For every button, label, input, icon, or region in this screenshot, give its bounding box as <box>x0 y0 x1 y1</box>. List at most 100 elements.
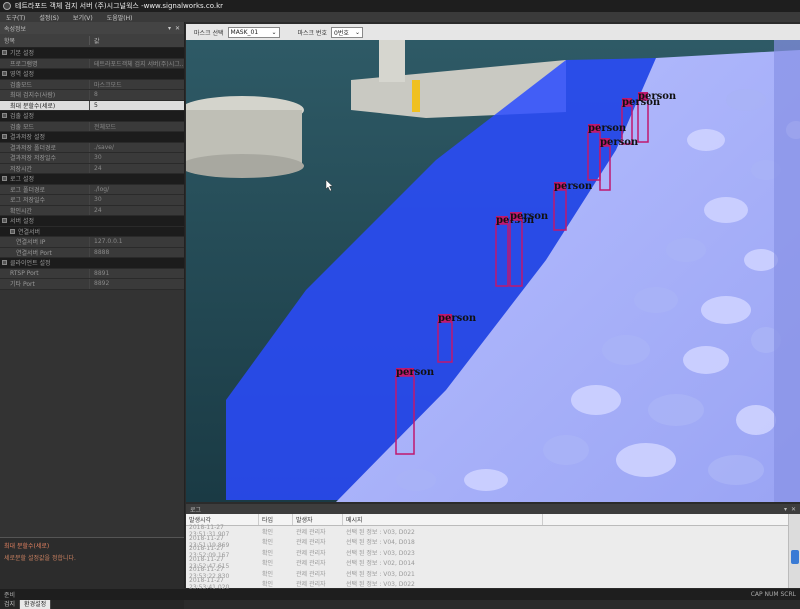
property-value[interactable]: 8 <box>90 90 184 100</box>
log-type: 확인 <box>262 549 274 557</box>
property-category[interactable]: 결과저장 설정 <box>0 132 184 143</box>
property-row[interactable]: 검출 모드 전체모드 <box>0 121 184 132</box>
log-row[interactable]: 2018-11-27 23:51:19.869 확인 관제 관리자 선택 된 정보 :… <box>186 535 800 549</box>
property-row[interactable]: 검출모드 마스크모드 <box>0 79 184 90</box>
log-row[interactable]: 2018-11-27 23:52:47.615 확인 관제 관리자 선택 된 정보 :… <box>186 556 800 570</box>
property-value[interactable]: 24 <box>90 163 184 173</box>
property-value <box>90 258 184 268</box>
property-value[interactable]: 5 <box>90 100 184 110</box>
property-value[interactable]: ./log/ <box>90 184 184 194</box>
property-row[interactable]: RTSP Port 8891 <box>0 268 184 279</box>
collapse-toggle-icon[interactable] <box>2 260 7 266</box>
collapse-toggle-icon[interactable] <box>2 176 7 182</box>
mask-toolbar: 마스크 선택 MASK_01 ⌄ 마스크 번호 0번호 ⌄ <box>186 24 800 40</box>
menu-view[interactable]: 보기(V) <box>71 13 95 22</box>
pin-icon[interactable]: ▾ <box>784 506 787 513</box>
property-value[interactable]: 30 <box>90 195 184 205</box>
collapse-toggle-icon[interactable] <box>2 71 7 77</box>
property-value[interactable]: 테트라포드객체 검지 서버(주)시그... <box>90 58 184 68</box>
collapse-toggle-icon[interactable] <box>2 50 7 56</box>
property-row[interactable]: 결과저장 폴더경로 ./save/ <box>0 142 184 153</box>
collapse-toggle-icon[interactable] <box>2 113 7 119</box>
window-title: 테트라포드 객체 검지 서버 (주)시그널웍스 -www.signalworks… <box>15 2 224 10</box>
mask-number-select[interactable]: 0번호 ⌄ <box>331 26 364 38</box>
tetrapod <box>687 129 725 151</box>
property-panel: 속성정보 ▾ ✕ 항목 값 기본 설정 프로그램명 테트라포드객체 검지 서버(주)… <box>0 22 185 609</box>
property-row[interactable]: 기타 Port 8892 <box>0 279 184 290</box>
property-name: 연결서버 IP <box>0 237 90 247</box>
tetrapod <box>602 335 650 365</box>
menu-tools[interactable]: 도구(T) <box>4 13 27 22</box>
log-row[interactable]: 2018-11-27 23:51:31.907 확인 관제 관리자 선택 된 정보 :… <box>186 524 800 538</box>
mask-number-value: 0번호 <box>334 29 349 37</box>
property-value[interactable]: 마스크모드 <box>90 79 184 89</box>
property-name: 영역 설정 <box>0 69 90 79</box>
log-who: 관제 관리자 <box>296 560 326 568</box>
menu-help[interactable]: 도움말(H) <box>105 13 135 22</box>
property-category[interactable]: 로그 설정 <box>0 174 184 185</box>
property-name-text: 영역 설정 <box>10 71 34 79</box>
property-row[interactable]: 최대 검지수(사람) 8 <box>0 90 184 101</box>
collapse-toggle-icon[interactable] <box>2 218 7 224</box>
log-who: 관제 관리자 <box>296 549 326 557</box>
log-type: 확인 <box>262 560 274 568</box>
log-message: 선택 된 정보 : V03, D022 <box>346 528 415 536</box>
property-row[interactable]: 최대 분할수(세로) 5 <box>0 100 184 111</box>
log-row[interactable]: 2018-11-27 23:53:22.830 확인 관제 관리자 선택 된 정보 :… <box>186 566 800 580</box>
property-row[interactable]: 연결서버 Port 8888 <box>0 247 184 258</box>
property-category[interactable]: 서버 설정 <box>0 216 184 227</box>
menu-bar: 도구(T) 설정(S) 보기(V) 도움말(H) <box>0 12 800 22</box>
collapse-toggle-icon[interactable] <box>2 134 7 140</box>
status-bar: 준비 CAP NUM SCRL <box>0 589 800 600</box>
property-value[interactable]: 24 <box>90 205 184 215</box>
mask-select-label: 마스크 선택 <box>194 29 224 37</box>
property-value[interactable]: ./save/ <box>90 142 184 152</box>
close-icon[interactable]: ✕ <box>791 506 796 513</box>
close-icon[interactable]: ✕ <box>175 25 180 32</box>
log-row[interactable]: 2018-11-27 23:53:41.020 확인 관제 관리자 선택 된 정보 :… <box>186 577 800 591</box>
property-name: 기타 Port <box>0 279 90 289</box>
log-row[interactable]: 2018-11-27 23:52:09.167 확인 관제 관리자 선택 된 정보 :… <box>186 545 800 559</box>
property-row[interactable]: 프로그램명 테트라포드객체 검지 서버(주)시그... <box>0 58 184 69</box>
property-row[interactable]: 저장시간 24 <box>0 163 184 174</box>
property-value[interactable]: 8891 <box>90 268 184 278</box>
property-row[interactable]: 연결서버 IP 127.0.0.1 <box>0 237 184 248</box>
property-category[interactable]: 영역 설정 <box>0 69 184 80</box>
property-value <box>90 48 184 58</box>
col-who[interactable]: 발생자 <box>293 514 343 525</box>
video-view[interactable]: person person person person person person pers… <box>186 40 800 502</box>
property-category[interactable]: 연결서버 <box>0 226 184 237</box>
property-category[interactable]: 클라이언트 설정 <box>0 258 184 269</box>
property-value[interactable]: 8892 <box>90 279 184 289</box>
property-name: RTSP Port <box>0 268 90 278</box>
col-message[interactable]: 메시지 <box>343 514 543 525</box>
property-name-text: 로그 폴더경로 <box>10 186 46 194</box>
property-name: 결과저장 폴더경로 <box>0 142 90 152</box>
property-row[interactable]: 확인시간 24 <box>0 205 184 216</box>
property-name: 검출 설정 <box>0 111 90 121</box>
property-row[interactable]: 로그 폴더경로 ./log/ <box>0 184 184 195</box>
mask-select[interactable]: MASK_01 ⌄ <box>227 26 280 38</box>
property-value[interactable]: 30 <box>90 153 184 163</box>
log-message: 선택 된 정보 : V03, D021 <box>346 570 415 578</box>
property-category[interactable]: 기본 설정 <box>0 48 184 59</box>
tetrapod <box>571 385 621 415</box>
property-value[interactable]: 8888 <box>90 247 184 257</box>
property-name: 최대 분할수(세로) <box>0 100 90 110</box>
property-category[interactable]: 검출 설정 <box>0 111 184 122</box>
scroll-thumb[interactable] <box>791 550 799 564</box>
property-panel-header: 속성정보 ▾ ✕ <box>0 22 184 34</box>
collapse-toggle-icon[interactable] <box>10 228 15 234</box>
property-row[interactable]: 로그 저장일수 30 <box>0 195 184 206</box>
property-value[interactable]: 127.0.0.1 <box>90 237 184 247</box>
log-type: 확인 <box>262 539 274 547</box>
event-log-panel: 로그 ▾ ✕ 발생시각 타입 발생자 메시지 2018-11-27 23:51:… <box>186 504 800 591</box>
property-name-text: 로그 설정 <box>10 176 34 184</box>
log-scrollbar[interactable] <box>788 514 800 588</box>
menu-settings[interactable]: 설정(S) <box>37 13 61 22</box>
property-value <box>90 216 184 226</box>
col-type[interactable]: 타입 <box>259 514 293 525</box>
property-value[interactable]: 전체모드 <box>90 121 184 131</box>
pin-icon[interactable]: ▾ <box>168 25 171 32</box>
property-row[interactable]: 결과저장 저장일수 30 <box>0 153 184 164</box>
